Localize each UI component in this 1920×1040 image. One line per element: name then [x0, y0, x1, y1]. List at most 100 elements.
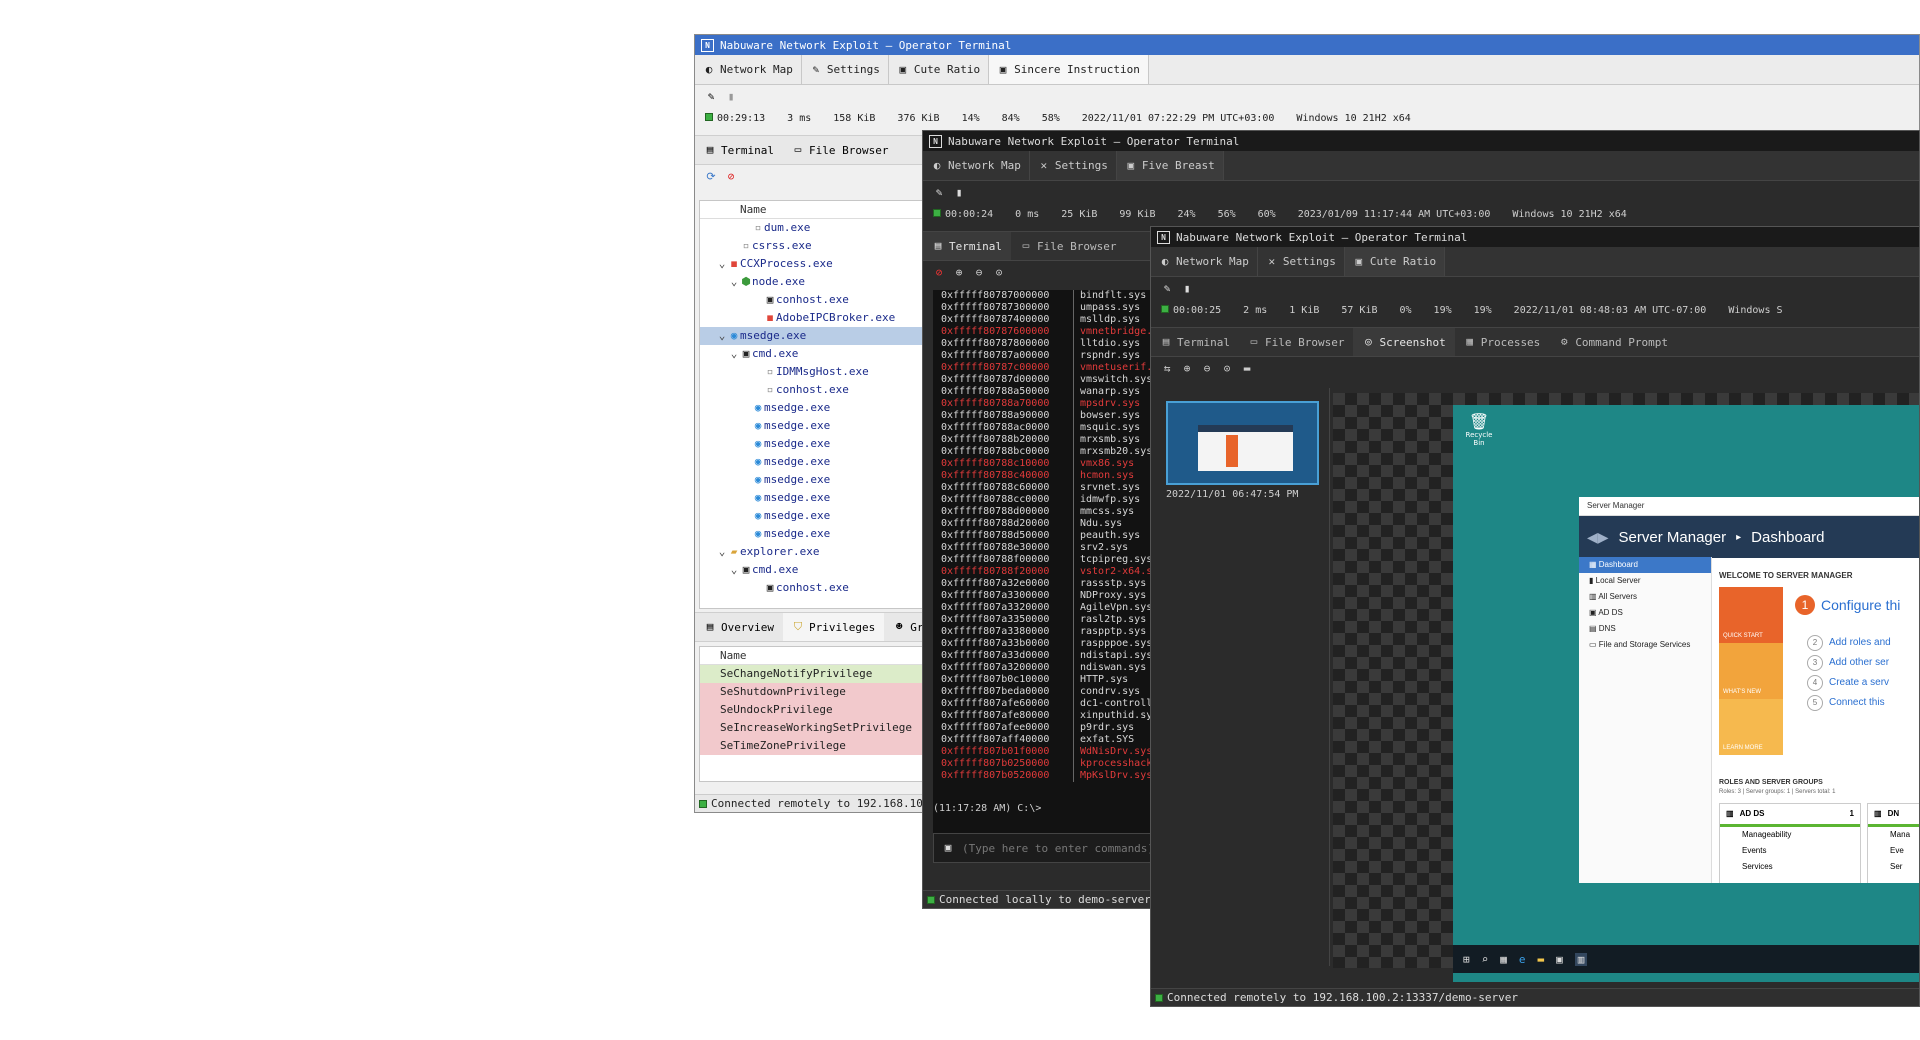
folder-icon[interactable]: ▬	[1538, 953, 1545, 966]
sm-sidebar-item[interactable]: ▤ DNS	[1579, 621, 1711, 637]
process-row[interactable]: ▫ csrss.exe	[700, 237, 950, 255]
zoom-in-icon[interactable]: ⊕	[1181, 363, 1193, 375]
process-row[interactable]: ▣ conhost.exe	[700, 291, 950, 309]
sm-sidebar-item[interactable]: ▦ Dashboard	[1579, 557, 1711, 573]
process-row[interactable]: ▫ conhost.exe	[700, 381, 950, 399]
process-row[interactable]: ⌄ ◉ msedge.exe	[700, 327, 950, 345]
recycle-bin-icon[interactable]: 🗑 Recycle Bin	[1461, 413, 1497, 448]
tab-terminal[interactable]: ▤ Terminal	[923, 232, 1011, 260]
step-add-roles[interactable]: 2 Add roles and	[1807, 635, 1891, 651]
tab-file-browser[interactable]: ▭ File Browser	[1239, 328, 1353, 356]
role-card-ad-ds[interactable]: ▥ AD DS 1 Manageability Events Services	[1719, 803, 1861, 883]
chevron-down-icon[interactable]: ⌄	[716, 255, 728, 273]
chevron-down-icon[interactable]: ⌄	[728, 273, 740, 291]
console-icon[interactable]: ▣	[1556, 953, 1563, 966]
tab-settings[interactable]: ✎ Settings	[802, 55, 889, 84]
tab-network-map[interactable]: ◐ Network Map	[923, 151, 1030, 180]
search-icon[interactable]: ⌕	[1482, 953, 1489, 966]
zoom-reset-icon[interactable]: ⊙	[993, 267, 1005, 279]
process-row[interactable]: ◉ msedge.exe	[700, 471, 950, 489]
title-bar[interactable]: N Nabuware Network Exploit — Operator Te…	[923, 131, 1919, 151]
trash-icon[interactable]: ▮	[1181, 283, 1193, 295]
process-row[interactable]: ◼ AdobeIPCBroker.exe	[700, 309, 950, 327]
chevron-down-icon[interactable]: ⌄	[716, 543, 728, 561]
capture-icon[interactable]: ▬	[1241, 363, 1253, 375]
tab-cute-ratio[interactable]: ▣ Cute Ratio	[1344, 247, 1446, 276]
step-connect[interactable]: 5 Connect this	[1807, 695, 1885, 711]
privilege-row[interactable]: SeChangeNotifyPrivilege	[700, 665, 950, 683]
step-create-group[interactable]: 4 Create a serv	[1807, 675, 1889, 691]
privilege-row[interactable]: SeUndockPrivilege	[700, 701, 950, 719]
column-header-name[interactable]: Name	[700, 201, 950, 219]
tab-network-map[interactable]: ◐ Network Map	[695, 55, 802, 84]
process-row[interactable]: ◉ msedge.exe	[700, 489, 950, 507]
process-row[interactable]: ⌄ ▰ explorer.exe	[700, 543, 950, 561]
process-row[interactable]: ⌄ ⬢node.exe	[700, 273, 950, 291]
tab-sincere-instruction[interactable]: ▣ Sincere Instruction	[989, 55, 1149, 84]
trash-icon[interactable]: ▮	[725, 91, 737, 103]
process-row[interactable]: ◉ msedge.exe	[700, 525, 950, 543]
tab-cute-ratio[interactable]: ▣ Cute Ratio	[889, 55, 990, 84]
process-row[interactable]: ◉ msedge.exe	[700, 417, 950, 435]
step-add-servers[interactable]: 3 Add other ser	[1807, 655, 1889, 671]
network-icon[interactable]: ⇆	[1161, 363, 1173, 375]
privilege-row[interactable]: SeTimeZonePrivilege	[700, 737, 950, 755]
chevron-down-icon[interactable]: ⌄	[728, 561, 740, 579]
chevron-down-icon[interactable]: ⌄	[716, 327, 728, 345]
edit-icon[interactable]: ✎	[705, 91, 717, 103]
edge-icon[interactable]: e	[1519, 953, 1526, 966]
privilege-row[interactable]: SeIncreaseWorkingSetPrivilege	[700, 719, 950, 737]
tab-command-prompt[interactable]: ⚙ Command Prompt	[1549, 328, 1677, 356]
tab-processes[interactable]: ▦ Processes	[1455, 328, 1550, 356]
sm-sidebar-item[interactable]: ▭ File and Storage Services	[1579, 637, 1711, 653]
trash-icon[interactable]: ▮	[953, 187, 965, 199]
tile-learn-more[interactable]: LEARN MORE	[1719, 699, 1783, 755]
process-row[interactable]: ▫ IDMMsgHost.exe	[700, 363, 950, 381]
priv-column-header[interactable]: Name	[700, 647, 950, 665]
process-row[interactable]: ⌄ ▣ cmd.exe	[700, 345, 950, 363]
server-manager-icon[interactable]: ▥	[1574, 952, 1588, 966]
tab-file-browser[interactable]: ▭ File Browser	[1011, 232, 1125, 260]
process-row[interactable]: ⌄ ▣ cmd.exe	[700, 561, 950, 579]
tile-quick-start[interactable]: QUICK START	[1719, 587, 1783, 643]
title-bar[interactable]: N Nabuware Network Exploit — Operator Te…	[1151, 227, 1919, 247]
tab-terminal[interactable]: ▤ Terminal	[1151, 328, 1239, 356]
sm-sidebar-item[interactable]: ▮ Local Server	[1579, 573, 1711, 589]
start-icon[interactable]: ⊞	[1463, 953, 1470, 966]
role-card-dns[interactable]: ▥ DN Mana Eve Ser	[1867, 803, 1919, 883]
screenshot-thumbnail[interactable]	[1166, 401, 1319, 485]
refresh-icon[interactable]: ⟳	[705, 171, 717, 183]
title-bar[interactable]: N Nabuware Network Exploit — Operator Te…	[695, 35, 1919, 55]
stop-icon[interactable]: ⊘	[933, 267, 945, 279]
sm-sidebar-item[interactable]: ▣ AD DS	[1579, 605, 1711, 621]
tab-settings[interactable]: ✕ Settings	[1030, 151, 1117, 180]
configure-link[interactable]: 1 Configure thi	[1795, 595, 1900, 615]
stop-icon[interactable]: ⊘	[725, 171, 737, 183]
tab-privileges[interactable]: ⛉ Privileges	[782, 613, 885, 641]
zoom-in-icon[interactable]: ⊕	[953, 267, 965, 279]
task-view-icon[interactable]: ▦	[1500, 953, 1507, 966]
process-row[interactable]: ◉ msedge.exe	[700, 435, 950, 453]
process-row[interactable]: ⌄ ◼ CCXProcess.exe	[700, 255, 950, 273]
zoom-out-icon[interactable]: ⊖	[1201, 363, 1213, 375]
back-icon[interactable]: ◀▶	[1587, 529, 1609, 546]
edit-icon[interactable]: ✎	[933, 187, 945, 199]
tab-screenshot[interactable]: ◎ Screenshot	[1353, 328, 1455, 356]
tab-terminal[interactable]: ▤ Terminal	[695, 136, 783, 164]
tab-file-browser[interactable]: ▭ File Browser	[783, 136, 897, 164]
tab-settings[interactable]: ✕ Settings	[1258, 247, 1345, 276]
process-row[interactable]: ▫ dum.exe	[700, 219, 950, 237]
tab-overview[interactable]: ▤ Overview	[695, 613, 783, 641]
privilege-row[interactable]: SeShutdownPrivilege	[700, 683, 950, 701]
tile-whats-new[interactable]: WHAT'S NEW	[1719, 643, 1783, 699]
process-row[interactable]: ◉ msedge.exe	[700, 507, 950, 525]
process-row[interactable]: ◉ msedge.exe	[700, 453, 950, 471]
zoom-reset-icon[interactable]: ⊙	[1221, 363, 1233, 375]
zoom-out-icon[interactable]: ⊖	[973, 267, 985, 279]
tab-network-map[interactable]: ◐ Network Map	[1151, 247, 1258, 276]
tab-five-breast[interactable]: ▣ Five Breast	[1116, 151, 1224, 180]
chevron-down-icon[interactable]: ⌄	[728, 345, 740, 363]
sm-sidebar-item[interactable]: ▥ All Servers	[1579, 589, 1711, 605]
edit-icon[interactable]: ✎	[1161, 283, 1173, 295]
process-row[interactable]: ◉ msedge.exe	[700, 399, 950, 417]
